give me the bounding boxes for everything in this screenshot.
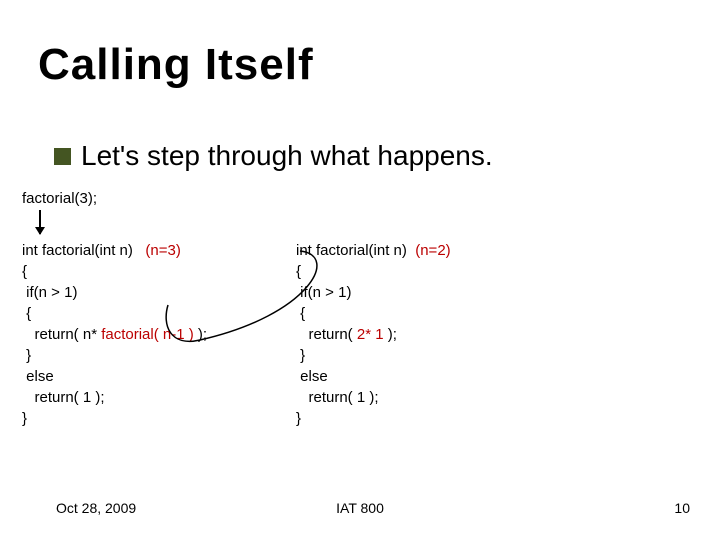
- code-line: }: [296, 410, 301, 427]
- code-line: return( 1 );: [296, 389, 379, 406]
- annotation-n2: (n=2): [415, 242, 450, 259]
- code-line: if(n > 1): [22, 284, 77, 301]
- call-expression: factorial(3);: [22, 190, 97, 207]
- footer-page-number: 10: [674, 500, 690, 516]
- annotation-n3: (n=3): [145, 242, 180, 259]
- bullet-text: Let's step through what happens.: [81, 140, 493, 172]
- sig-pre: int factorial(int n): [296, 242, 415, 259]
- bullet-square-icon: [54, 148, 71, 165]
- recursive-call: factorial( n-1 ): [101, 326, 194, 343]
- code-line: {: [22, 263, 27, 280]
- code-line: {: [296, 305, 305, 322]
- code-block-left: int factorial(int n) (n=3) { if(n > 1) {…: [22, 240, 207, 429]
- code-line: return( 1 );: [22, 389, 105, 406]
- code-line: {: [296, 263, 301, 280]
- code-line: }: [22, 347, 31, 364]
- code-line: }: [296, 347, 305, 364]
- code-line: {: [22, 305, 31, 322]
- sig-pre: int factorial(int n): [22, 242, 145, 259]
- code-line: return(: [296, 326, 357, 343]
- code-line: if(n > 1): [296, 284, 351, 301]
- footer-course: IAT 800: [336, 500, 384, 516]
- bullet-row: Let's step through what happens.: [54, 140, 493, 172]
- footer-date: Oct 28, 2009: [56, 500, 136, 516]
- slide-title: Calling Itself: [38, 40, 314, 90]
- code-line: return( n*: [22, 326, 101, 343]
- code-line: );: [384, 326, 397, 343]
- code-line: else: [296, 368, 328, 385]
- code-block-right: int factorial(int n) (n=2) { if(n > 1) {…: [296, 240, 451, 429]
- arrow-down-icon: [39, 210, 41, 234]
- substituted-values: 2* 1: [357, 326, 384, 343]
- code-line: );: [194, 326, 207, 343]
- code-line: }: [22, 410, 27, 427]
- code-line: else: [22, 368, 54, 385]
